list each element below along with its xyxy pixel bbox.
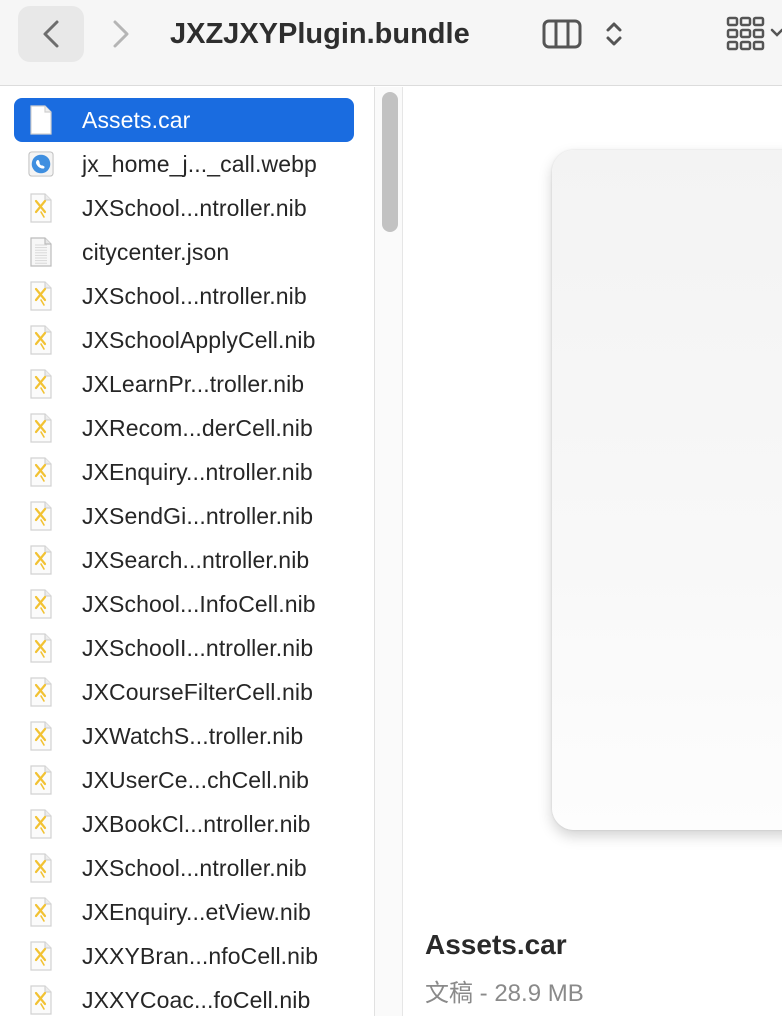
nib-file-icon [28,412,54,444]
file-name: JXRecom...derCell.nib [82,414,313,441]
file-name: JXSchool...ntroller.nib [82,282,307,309]
back-button[interactable] [18,6,84,62]
file-name: citycenter.json [82,238,230,265]
nib-file-icon [28,368,54,400]
file-name: JXSchoolApplyCell.nib [82,326,316,353]
document-icon [28,104,54,136]
file-row[interactable]: JXEnquiry...ntroller.nib [14,450,354,494]
file-name: JXUserCe...chCell.nib [82,766,310,793]
nib-file-icon [28,544,54,576]
nib-file-icon [28,280,54,312]
nib-file-icon [28,984,54,1016]
document-thumbnail [552,150,782,830]
file-row[interactable]: JXBookCl...ntroller.nib [14,802,354,846]
group-button[interactable] [724,14,782,54]
chevron-up-down-icon [606,22,622,46]
file-name: JXEnquiry...ntroller.nib [82,458,313,485]
file-name: JXCourseFilterCell.nib [82,678,313,705]
preview-pane: Assets.car 文稿 - 28.9 MB [404,87,782,1016]
file-row[interactable]: JXSearch...ntroller.nib [14,538,354,582]
nib-file-icon [28,764,54,796]
file-row[interactable]: JXXYBran...nfoCell.nib [14,934,354,978]
file-row[interactable]: JXXYCoac...foCell.nib [14,978,354,1016]
window-title: JXZJXYPlugin.bundle [170,18,470,50]
file-name: JXLearnPr...troller.nib [82,370,305,397]
file-name: JXSchool...ntroller.nib [82,194,307,221]
nib-file-icon [28,896,54,928]
file-name: JXEnquiry...etView.nib [82,898,311,925]
image-file-icon [28,148,54,180]
nib-file-icon [28,720,54,752]
file-row[interactable]: JXLearnPr...troller.nib [14,362,354,406]
chevron-left-icon [43,20,59,48]
file-list: Assets.car jx_home_j..._call.webp JXSchool… [0,87,374,1016]
file-row[interactable]: JXSendGi...ntroller.nib [14,494,354,538]
file-row[interactable]: JXRecom...derCell.nib [14,406,354,450]
toolbar: JXZJXYPlugin.bundle [0,0,782,86]
file-name: JXXYBran...nfoCell.nib [82,942,319,969]
chevron-right-icon [113,20,129,48]
file-name: JXSchool...InfoCell.nib [82,590,316,617]
nib-file-icon [28,192,54,224]
file-row[interactable]: JXEnquiry...etView.nib [14,890,354,934]
file-name: JXSearch...ntroller.nib [82,546,310,573]
view-mode-button[interactable] [542,14,624,54]
nib-file-icon [28,852,54,884]
preview-file-meta: 文稿 - 28.9 MB [425,980,584,1007]
file-name: JXSchoolI...ntroller.nib [82,634,314,661]
file-name: Assets.car [82,106,191,133]
scrollbar-thumb[interactable] [382,92,398,232]
column-view-icon [542,19,582,49]
file-row[interactable]: JXSchool...ntroller.nib [14,846,354,890]
file-name: JXBookCl...ntroller.nib [82,810,311,837]
file-row[interactable]: JXSchool...ntroller.nib [14,274,354,318]
file-name: JXXYCoac...foCell.nib [82,986,311,1013]
file-row[interactable]: JXUserCe...chCell.nib [14,758,354,802]
nib-file-icon [28,588,54,620]
nib-file-icon [28,632,54,664]
nib-file-icon [28,676,54,708]
preview-file-name: Assets.car [425,929,567,960]
file-row[interactable]: JXWatchS...troller.nib [14,714,354,758]
nib-file-icon [28,456,54,488]
grid-view-icon [726,16,782,51]
text-file-icon [28,236,54,268]
forward-button[interactable] [88,6,154,62]
nib-file-icon [28,324,54,356]
file-row[interactable]: JXCourseFilterCell.nib [14,670,354,714]
file-row[interactable]: JXSchoolI...ntroller.nib [14,626,354,670]
nib-file-icon [28,500,54,532]
nib-file-icon [28,940,54,972]
file-name: jx_home_j..._call.webp [82,150,317,177]
nib-file-icon [28,808,54,840]
file-row[interactable]: jx_home_j..._call.webp [14,142,354,186]
file-name: JXSchool...ntroller.nib [82,854,307,881]
file-row[interactable]: JXSchool...InfoCell.nib [14,582,354,626]
file-name: JXWatchS...troller.nib [82,722,304,749]
file-row[interactable]: citycenter.json [14,230,354,274]
file-row[interactable]: Assets.car [14,98,354,142]
file-row[interactable]: JXSchoolApplyCell.nib [14,318,354,362]
file-name: JXSendGi...ntroller.nib [82,502,314,529]
file-row[interactable]: JXSchool...ntroller.nib [14,186,354,230]
